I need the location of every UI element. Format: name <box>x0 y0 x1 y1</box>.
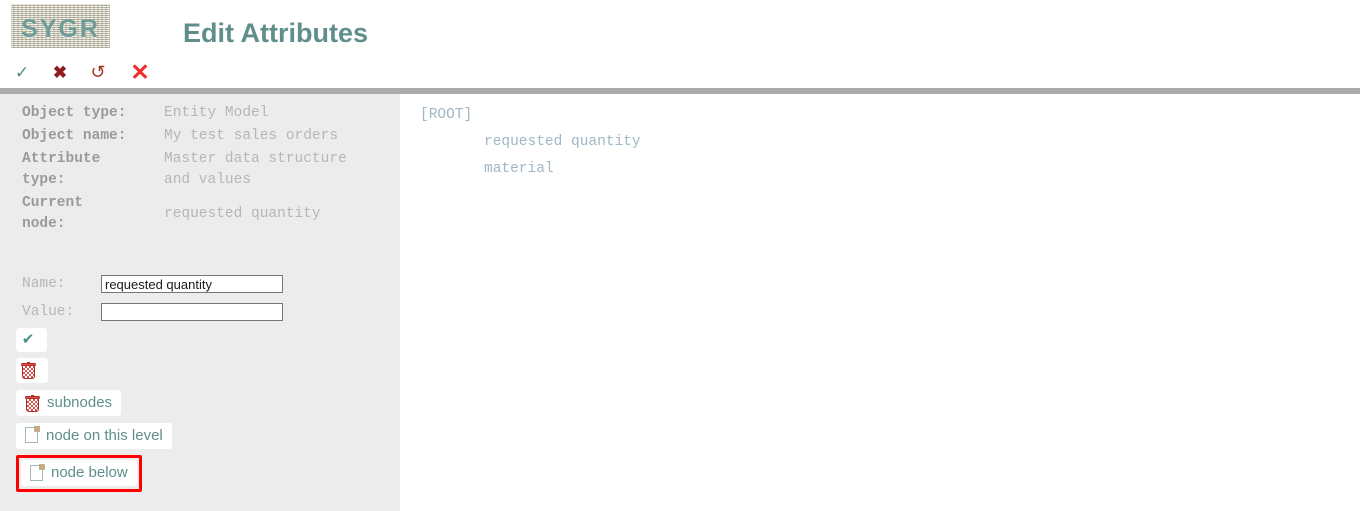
trash-icon <box>21 362 36 379</box>
attribute-form: Name: Value: <box>22 270 382 326</box>
delete-subnodes-button-wrap: subnodes <box>16 390 386 417</box>
add-node-below-button-label: node below <box>51 464 128 481</box>
toolbar: ✓ ✖ ↺ ✕ <box>0 58 1360 88</box>
save-button-wrap: ✔ <box>16 328 386 352</box>
info-value: My test sales orders <box>164 128 339 144</box>
add-node-below-button[interactable]: node below <box>21 460 137 486</box>
tree-node[interactable]: requested quantity <box>420 129 641 156</box>
object-info-list: Object type: Entity Model Object name: M… <box>22 103 382 237</box>
value-row: Value: <box>22 298 382 326</box>
page-icon <box>30 463 45 482</box>
trash-icon <box>25 394 40 412</box>
delete-node-button-wrap <box>16 358 386 384</box>
undo-icon[interactable]: ↺ <box>88 58 108 86</box>
value-label: Value: <box>22 304 75 320</box>
add-node-same-level-button-wrap: node on this level <box>16 422 386 450</box>
info-label: Current node: <box>22 195 83 232</box>
add-node-same-level-button-label: node on this level <box>46 426 163 444</box>
delete-node-button[interactable] <box>16 358 48 383</box>
info-row: Object type: Entity Model <box>22 103 382 124</box>
name-row: Name: <box>22 270 382 298</box>
delete-subnodes-button[interactable]: subnodes <box>16 390 122 416</box>
node-tree: [ROOT] requested quantity material <box>420 102 641 183</box>
info-row: Object name: My test sales orders <box>22 126 382 147</box>
info-label: Object name: <box>22 128 127 144</box>
name-input[interactable] <box>101 275 283 293</box>
name-label: Name: <box>22 276 66 292</box>
value-input[interactable] <box>101 303 283 321</box>
add-node-same-level-button[interactable]: node on this level <box>16 422 172 449</box>
app-window: SYGR Edit Attributes ✓ ✖ ↺ ✕ Object type… <box>0 0 1360 511</box>
add-node-below-button-highlight: node below <box>16 455 142 492</box>
info-value: requested quantity <box>164 205 321 222</box>
reject-icon[interactable]: ✖ <box>50 58 70 86</box>
info-row: Attribute type: Master data structure an… <box>22 149 382 191</box>
info-row: Current node: requested quantity <box>22 193 382 235</box>
close-icon[interactable]: ✕ <box>128 58 152 86</box>
logo-text: SYGR <box>21 15 100 43</box>
delete-subnodes-button-label: subnodes <box>47 394 113 411</box>
save-button[interactable]: ✔ <box>16 328 47 352</box>
info-value: Entity Model <box>164 105 269 121</box>
tree-node[interactable]: material <box>420 156 641 183</box>
page-title: Edit Attributes <box>183 18 368 48</box>
accept-icon[interactable]: ✓ <box>12 58 32 86</box>
action-buttons: ✔ subnodes node on this level node below <box>16 328 386 498</box>
info-label: Attribute type: <box>22 151 101 188</box>
page-icon <box>25 426 40 444</box>
attributes-panel: Object type: Entity Model Object name: M… <box>0 94 400 511</box>
check-icon: ✔ <box>21 331 35 348</box>
tree-node-root[interactable]: [ROOT] <box>420 102 641 129</box>
sygr-logo: SYGR <box>11 4 110 48</box>
info-value: Master data structure and values <box>164 151 347 188</box>
info-label: Object type: <box>22 105 127 121</box>
structure-panel: [ROOT] requested quantity material <box>400 94 1360 511</box>
